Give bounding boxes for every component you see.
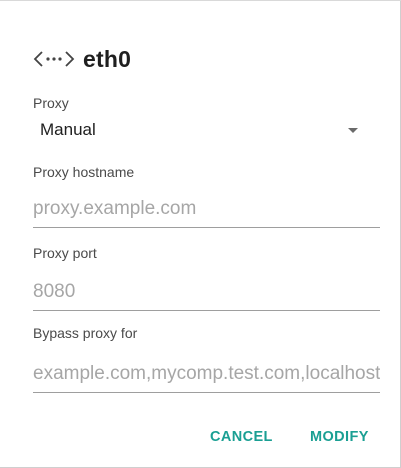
bypass-proxy-field-container	[33, 357, 380, 393]
top-divider	[0, 0, 401, 1]
proxy-port-field-container	[33, 275, 380, 311]
proxy-port-input[interactable]	[33, 275, 380, 309]
modify-button[interactable]: MODIFY	[310, 429, 369, 445]
proxy-label: Proxy	[33, 95, 69, 111]
proxy-port-label: Proxy port	[33, 245, 97, 261]
proxy-mode-value: Manual	[40, 120, 96, 139]
bypass-proxy-label: Bypass proxy for	[33, 325, 138, 341]
cancel-button[interactable]: CANCEL	[210, 429, 273, 445]
proxy-mode-dropdown[interactable]: Manual	[33, 114, 378, 146]
proxy-hostname-field-container	[33, 192, 380, 228]
proxy-dialog: eth0 Proxy Manual Proxy hostname Proxy p…	[0, 0, 401, 468]
ethernet-icon	[33, 51, 75, 67]
proxy-hostname-label: Proxy hostname	[33, 164, 135, 180]
bypass-proxy-input[interactable]	[33, 357, 380, 391]
dialog-header: eth0	[33, 42, 131, 76]
dialog-title: eth0	[83, 45, 132, 72]
dropdown-arrow-icon	[348, 127, 358, 133]
proxy-hostname-input[interactable]	[33, 192, 380, 226]
